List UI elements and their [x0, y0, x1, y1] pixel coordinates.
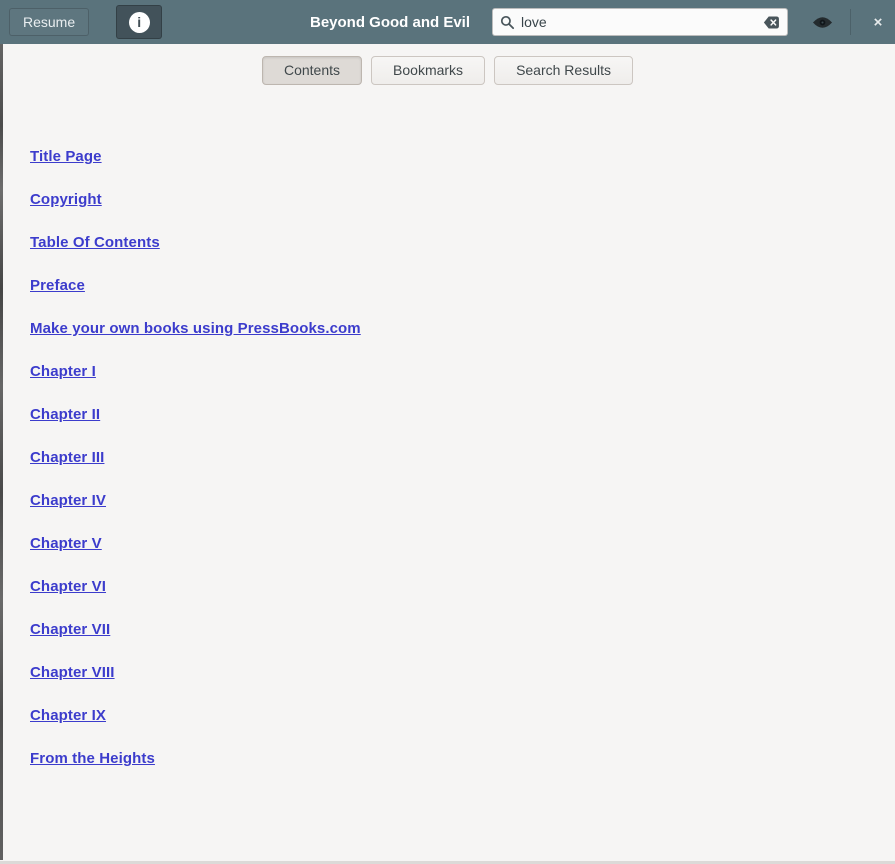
search-input[interactable] [521, 14, 757, 30]
toc-link-chapter-4[interactable]: Chapter IV [30, 490, 106, 512]
toc-link-chapter-5[interactable]: Chapter V [30, 533, 102, 555]
toc-link-chapter-8[interactable]: Chapter VIII [30, 662, 115, 684]
contents-panel: Contents Bookmarks Search Results Title … [0, 44, 895, 770]
resume-button[interactable]: Resume [9, 8, 90, 36]
toc-link-chapter-1[interactable]: Chapter I [30, 361, 96, 383]
toc-link-title-page[interactable]: Title Page [30, 146, 102, 168]
header-bar: Resume i Beyond Good and Evil love × [0, 0, 895, 44]
search-icon [500, 15, 515, 30]
ebook-reader-window: Resume i Beyond Good and Evil love × Con… [0, 0, 895, 864]
toc-link-chapter-7[interactable]: Chapter VII [30, 619, 110, 641]
eye-icon [812, 16, 833, 29]
table-of-contents: Title Page Copyright Table Of Contents P… [0, 85, 895, 770]
header-separator [850, 9, 851, 35]
tab-bookmarks[interactable]: Bookmarks [371, 56, 486, 85]
toc-link-from-the-heights[interactable]: From the Heights [30, 748, 155, 770]
toc-link-chapter-3[interactable]: Chapter III [30, 447, 104, 469]
toc-link-copyright[interactable]: Copyright [30, 189, 102, 211]
toc-link-chapter-2[interactable]: Chapter II [30, 404, 100, 426]
info-icon: i [128, 11, 150, 33]
info-button[interactable]: i [116, 5, 163, 39]
toc-link-chapter-9[interactable]: Chapter IX [30, 705, 106, 727]
search-box[interactable] [492, 8, 788, 36]
toc-link-chapter-6[interactable]: Chapter VI [30, 576, 106, 598]
toc-link-pressbooks[interactable]: Make your own books using PressBooks.com [30, 318, 361, 340]
night-mode-button[interactable] [802, 5, 842, 39]
toc-link-table-of-contents[interactable]: Table Of Contents [30, 232, 160, 254]
clear-search-button[interactable] [763, 15, 780, 29]
window-left-edge [0, 44, 3, 860]
clear-search-icon [763, 15, 780, 29]
toc-link-preface[interactable]: Preface [30, 275, 85, 297]
close-button[interactable]: × [858, 5, 895, 39]
tab-contents[interactable]: Contents [261, 56, 363, 85]
view-switcher: Contents Bookmarks Search Results [0, 44, 895, 85]
tab-search-results[interactable]: Search Results [494, 56, 633, 85]
